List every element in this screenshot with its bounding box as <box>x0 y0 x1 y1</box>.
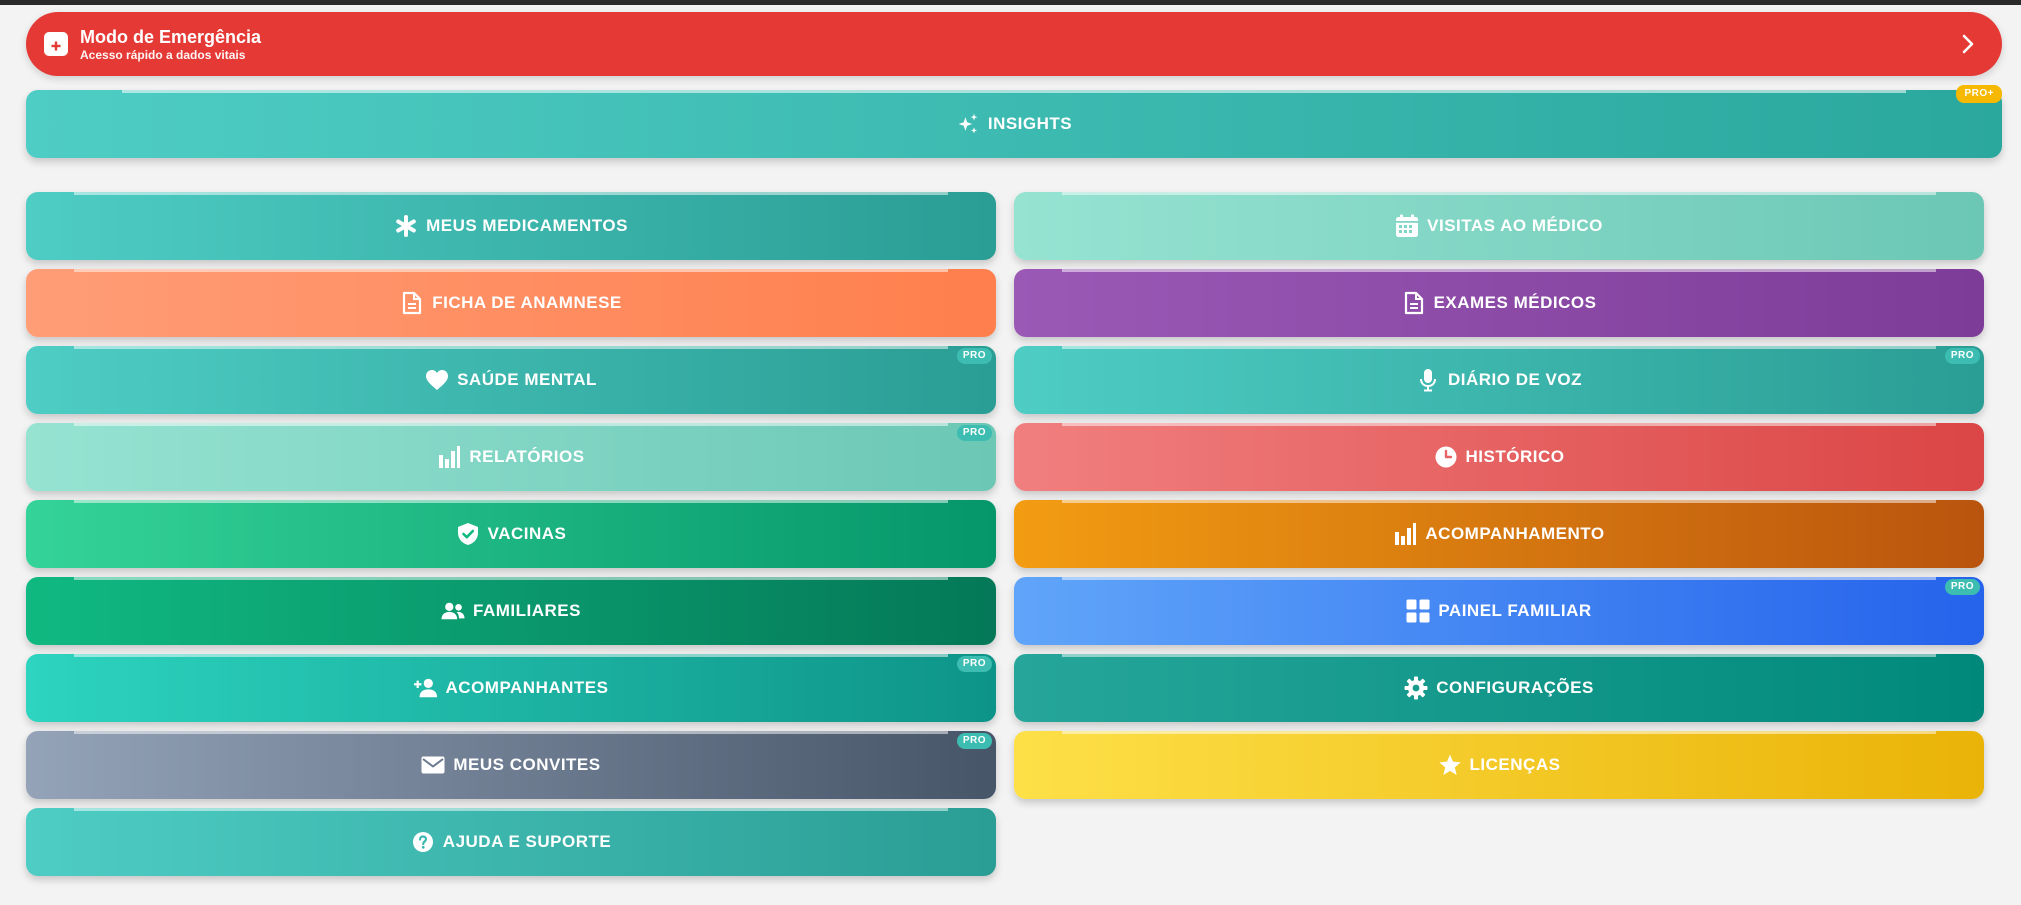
menu-label: AJUDA E SUPORTE <box>442 832 612 851</box>
asterisk-icon <box>394 214 418 238</box>
menu-label: ACOMPANHANTES <box>445 678 609 697</box>
menu-item-diario-de-voz[interactable]: DIÁRIO DE VOZ PRO <box>1014 346 1984 414</box>
menu-label: FICHA DE ANAMNESE <box>432 293 622 312</box>
calendar-icon <box>1395 214 1419 238</box>
sparkles-icon <box>956 112 980 136</box>
menu-label: DIÁRIO DE VOZ <box>1447 370 1582 389</box>
emergency-mode-button[interactable]: Modo de Emergência Acesso rápido a dados… <box>26 12 2002 76</box>
menu-label: MEUS CONVITES <box>453 755 601 774</box>
pro-badge: PRO <box>956 425 992 441</box>
document-icon <box>400 291 424 315</box>
insights-button[interactable]: INSIGHTS PRO+ <box>26 85 2002 158</box>
clock-icon <box>1434 445 1458 469</box>
emergency-title: Modo de Emergência <box>80 26 262 47</box>
menu-label: VISITAS AO MÉDICO <box>1427 216 1603 235</box>
menu-item-visitas-ao-medico[interactable]: VISITAS AO MÉDICO <box>1014 192 1984 260</box>
menu-item-relatorios[interactable]: RELATÓRIOS PRO <box>26 423 996 491</box>
menu-item-licencas[interactable]: LICENÇAS <box>1014 731 1984 799</box>
menu-label: PAINEL FAMILIAR <box>1438 601 1592 620</box>
menu-label: MEUS MEDICAMENTOS <box>426 216 628 235</box>
first-aid-kit-icon <box>44 32 68 56</box>
menu-item-ficha-de-anamnese[interactable]: FICHA DE ANAMNESE <box>26 269 996 337</box>
top-bar <box>0 0 2021 5</box>
pro-badge: PRO <box>1944 348 1980 364</box>
emergency-text: Modo de Emergência Acesso rápido a dados… <box>80 26 261 63</box>
users-icon <box>441 599 465 623</box>
menu-item-meus-medicamentos[interactable]: MEUS MEDICAMENTOS <box>26 192 996 260</box>
insights-label: INSIGHTS <box>987 114 1073 133</box>
menu-item-configuracoes[interactable]: CONFIGURAÇÕES <box>1014 654 1984 722</box>
menu-label: FAMILIARES <box>473 601 581 620</box>
menu-item-familiares[interactable]: FAMILIARES <box>26 577 996 645</box>
emergency-subtitle: Acesso rápido a dados vitais <box>80 47 246 62</box>
pro-badge: PRO <box>956 733 992 749</box>
chevron-right-icon <box>1956 30 1980 63</box>
pro-badge: PRO <box>956 348 992 364</box>
pro-badge: PRO <box>1944 579 1980 595</box>
pro-plus-badge: PRO+ <box>1956 85 2002 103</box>
menu-label: ACOMPANHAMENTO <box>1425 524 1605 543</box>
menu-item-ajuda-e-suporte[interactable]: AJUDA E SUPORTE <box>26 808 996 876</box>
menu-label: HISTÓRICO <box>1465 447 1565 466</box>
shield-check-icon <box>456 522 480 546</box>
user-plus-icon <box>413 676 438 700</box>
gear-icon <box>1404 676 1428 700</box>
menu-label: RELATÓRIOS <box>469 447 585 466</box>
menu-label: VACINAS <box>487 524 567 543</box>
star-icon <box>1438 753 1462 777</box>
menu-label: LICENÇAS <box>1469 755 1561 774</box>
menu-item-exames-medicos[interactable]: EXAMES MÉDICOS <box>1014 269 1984 337</box>
pro-badge: PRO <box>956 656 992 672</box>
menu-item-acompanhantes[interactable]: ACOMPANHANTES PRO <box>26 654 996 722</box>
microphone-icon <box>1416 368 1440 392</box>
heart-icon <box>425 368 449 392</box>
menu-item-historico[interactable]: HISTÓRICO <box>1014 423 1984 491</box>
envelope-icon <box>421 753 445 777</box>
document-icon <box>1402 291 1426 315</box>
menu-item-saude-mental[interactable]: SAÚDE MENTAL PRO <box>26 346 996 414</box>
menu-label: CONFIGURAÇÕES <box>1436 678 1594 697</box>
bar-chart-icon <box>437 445 461 469</box>
question-icon <box>411 830 435 854</box>
menu-item-painel-familiar[interactable]: PAINEL FAMILIAR PRO <box>1014 577 1984 645</box>
bar-chart-icon <box>1393 522 1417 546</box>
grid-icon <box>1406 599 1430 623</box>
menu-item-vacinas[interactable]: VACINAS <box>26 500 996 568</box>
menu-label: SAÚDE MENTAL <box>457 370 597 389</box>
menu-label: EXAMES MÉDICOS <box>1433 293 1597 312</box>
menu-item-meus-convites[interactable]: MEUS CONVITES PRO <box>26 731 996 799</box>
menu-item-acompanhamento[interactable]: ACOMPANHAMENTO <box>1014 500 1984 568</box>
